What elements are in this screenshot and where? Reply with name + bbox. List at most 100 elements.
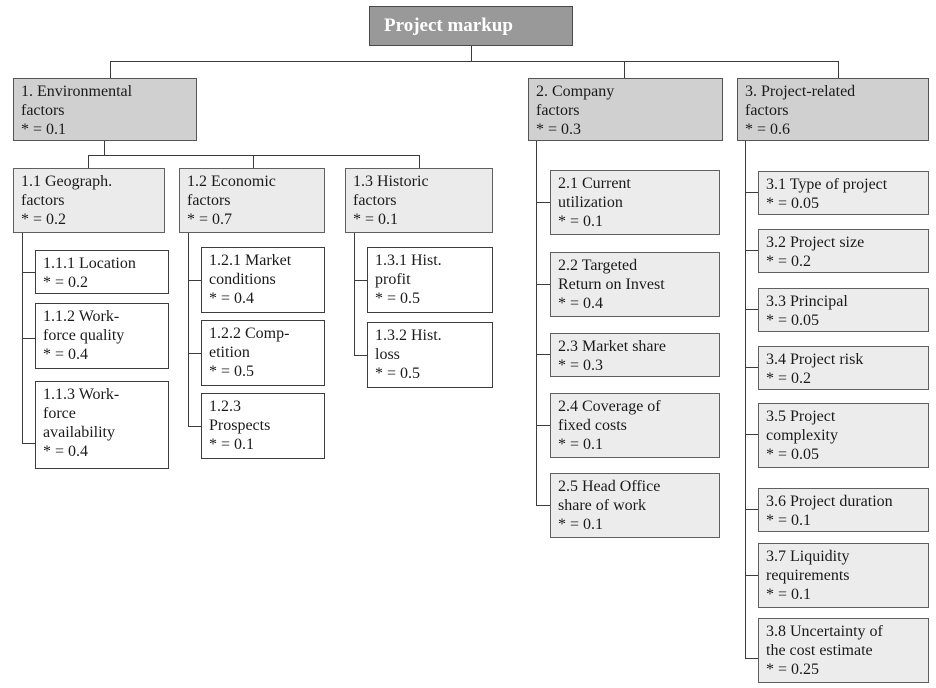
connector-12-stub-122 [188,353,201,354]
node-2-2-label: 2.2 Targeted Return on Invest [558,257,665,293]
node-root[interactable]: Project markup [369,6,573,46]
node-3-3-label: 3.3 Principal [766,293,848,310]
node-1-2-label: 1.2 Economic factors [187,173,276,209]
node-2-5-label: 2.5 Head Office share of work [558,478,661,514]
connector-branch2-stub-25 [536,505,550,506]
node-branch-1-label: 1. Environmental factors [21,83,133,119]
connector-branch2-trunk [536,141,537,505]
node-1-2[interactable]: 1.2 Economic factors * = 0.7 [179,168,325,233]
node-2-5[interactable]: 2.5 Head Office share of work * = 0.1 [550,473,720,538]
node-2-1-weight: * = 0.1 [558,212,604,230]
node-3-7-label: 3.7 Liquidity requirements [766,548,850,584]
connector-branch3-stub-34 [745,367,758,368]
node-root-label: Project markup [384,15,513,37]
node-branch-1-weight: * = 0.1 [21,120,67,138]
node-3-1-weight: * = 0.05 [766,194,820,212]
node-1-1-label: 1.1 Geograph. factors [21,173,113,209]
node-1-2-1-label: 1.2.1 Market conditions [209,252,292,288]
node-1-2-weight: * = 0.7 [187,210,233,228]
connector-13-stub-131 [354,280,367,281]
connector-branch2-stub-22 [536,284,550,285]
node-1-1[interactable]: 1.1 Geograph. factors * = 0.2 [13,168,165,233]
connector-branch3-stub-31 [745,192,758,193]
node-3-4[interactable]: 3.4 Project risk * = 0.2 [758,346,929,390]
node-3-1-label: 3.1 Type of project [766,176,888,193]
node-2-3[interactable]: 2.3 Market share * = 0.3 [550,333,720,377]
connector-branch2-stub-23 [536,354,550,355]
node-3-5-weight: * = 0.05 [766,445,820,463]
node-2-4[interactable]: 2.4 Coverage of fixed costs * = 0.1 [550,393,720,458]
node-1-1-2-weight: * = 0.4 [43,345,89,363]
node-1-2-3-label: 1.2.3 Prospects [209,398,271,434]
node-1-1-1-weight: * = 0.2 [43,273,89,291]
node-2-1-label: 2.1 Current utilization [558,175,631,211]
node-1-1-weight: * = 0.2 [21,210,67,228]
node-branch-1[interactable]: 1. Environmental factors * = 0.1 [13,78,197,141]
node-1-1-3-weight: * = 0.4 [43,442,89,460]
connector-branch1-stem [104,141,105,155]
node-1-2-2[interactable]: 1.2.2 Comp- etition * = 0.5 [201,320,325,386]
node-3-7[interactable]: 3.7 Liquidity requirements * = 0.1 [758,543,929,608]
node-1-3-1[interactable]: 1.3.1 Hist. profit * = 0.5 [367,247,493,313]
node-3-6-label: 3.6 Project duration [766,493,893,510]
node-3-5-label: 3.5 Project complexity [766,408,838,444]
connector-12-trunk [188,233,189,426]
node-1-2-3[interactable]: 1.2.3 Prospects * = 0.1 [201,393,325,459]
node-1-3[interactable]: 1.3 Historic factors * = 0.1 [345,168,493,233]
node-1-3-1-label: 1.3.1 Hist. profit [375,252,442,288]
node-3-8-label: 3.8 Uncertainty of the cost estimate [766,623,883,659]
connector-branch3-trunk [745,141,746,658]
connector-branch3-stub-32 [745,250,758,251]
node-1-1-2[interactable]: 1.1.2 Work- force quality * = 0.4 [35,303,169,369]
connector-branch3-stub-35 [745,434,758,435]
node-3-2[interactable]: 3.2 Project size * = 0.2 [758,229,929,273]
node-branch-2-weight: * = 0.3 [536,120,582,138]
node-1-3-label: 1.3 Historic factors [353,173,429,209]
node-2-2[interactable]: 2.2 Targeted Return on Invest * = 0.4 [550,252,720,317]
node-1-2-3-weight: * = 0.1 [209,435,255,453]
node-1-3-2[interactable]: 1.3.2 Hist. loss * = 0.5 [367,322,493,388]
node-branch-2[interactable]: 2. Company factors * = 0.3 [528,78,723,141]
node-1-3-weight: * = 0.1 [353,210,399,228]
node-1-2-2-label: 1.2.2 Comp- etition [209,325,290,361]
node-3-4-weight: * = 0.2 [766,369,812,387]
node-1-3-1-weight: * = 0.5 [375,289,421,307]
node-1-1-2-label: 1.1.2 Work- force quality [43,308,125,344]
node-3-5[interactable]: 3.5 Project complexity * = 0.05 [758,403,929,468]
node-3-8-weight: * = 0.25 [766,660,820,678]
node-3-3[interactable]: 3.3 Principal * = 0.05 [758,288,929,332]
node-2-3-label: 2.3 Market share [558,338,666,355]
node-1-2-1[interactable]: 1.2.1 Market conditions * = 0.4 [201,247,325,313]
connector-root-stem [471,46,472,61]
node-1-1-1-label: 1.1.1 Location [43,255,136,272]
node-1-2-2-weight: * = 0.5 [209,362,255,380]
node-3-8[interactable]: 3.8 Uncertainty of the cost estimate * =… [758,618,929,683]
diagram-canvas: Project markup 1. Environmental factors … [0,0,936,688]
connector-branch3-stub-38 [745,658,758,659]
connector-root-bus [110,61,839,62]
connector-root-to-branch3 [838,61,839,78]
node-2-1[interactable]: 2.1 Current utilization * = 0.1 [550,170,720,235]
connector-branch3-stub-37 [745,575,758,576]
node-1-1-3[interactable]: 1.1.3 Work- force availability * = 0.4 [35,381,169,469]
node-1-1-1[interactable]: 1.1.1 Location * = 0.2 [35,250,169,294]
connector-branch1-to-13 [419,155,420,168]
node-branch-2-label: 2. Company factors [536,83,615,119]
node-3-1[interactable]: 3.1 Type of project * = 0.05 [758,171,929,215]
connector-13-trunk [354,233,355,355]
node-2-4-weight: * = 0.1 [558,435,604,453]
connector-branch2-stub-24 [536,425,550,426]
connector-12-stub-121 [188,280,201,281]
node-3-6[interactable]: 3.6 Project duration * = 0.1 [758,488,929,532]
connector-13-stub-132 [354,355,367,356]
connector-branch3-stub-33 [745,309,758,310]
connector-branch2-stub-21 [536,202,550,203]
connector-11-stub-111 [22,272,35,273]
node-branch-3[interactable]: 3. Project-related factors * = 0.6 [737,78,929,141]
connector-root-to-branch2 [624,61,625,78]
connector-root-to-branch1 [110,61,111,78]
connector-branch3-stub-36 [745,509,758,510]
node-3-7-weight: * = 0.1 [766,585,812,603]
node-3-4-label: 3.4 Project risk [766,351,864,368]
node-1-3-2-label: 1.3.2 Hist. loss [375,327,442,363]
